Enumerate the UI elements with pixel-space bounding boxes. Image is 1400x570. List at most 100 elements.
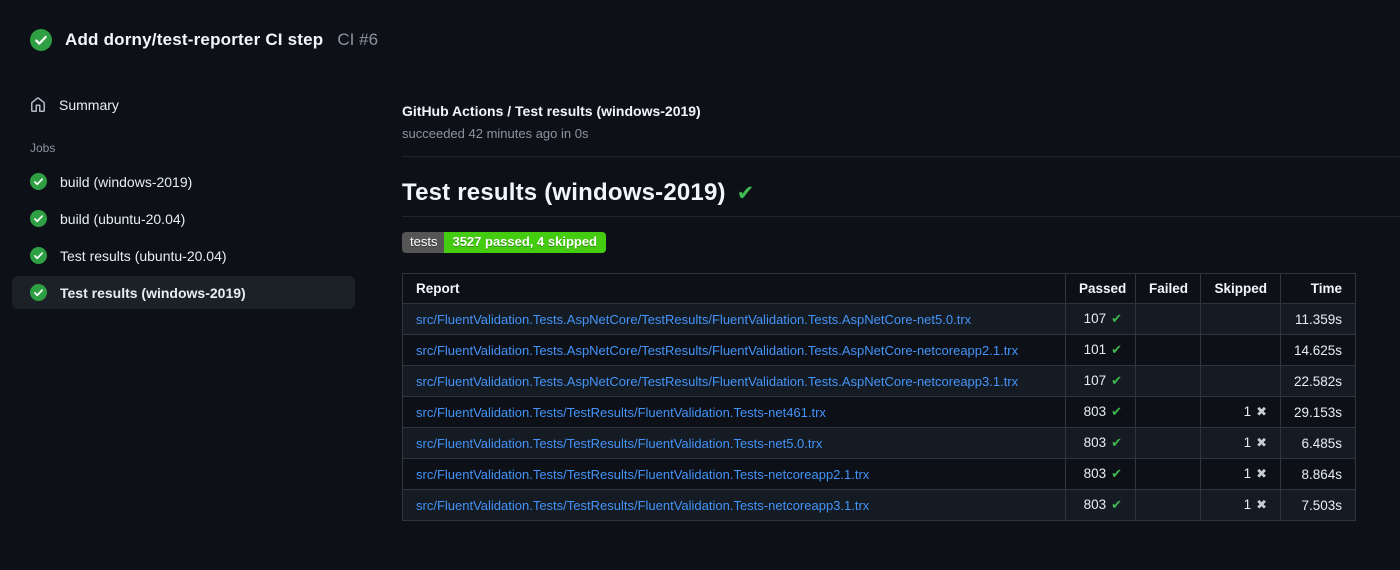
table-body: src/FluentValidation.Tests.AspNetCore/Te… xyxy=(402,303,1356,521)
passed-cell-value: 803 xyxy=(1083,435,1107,450)
run-title: Add dorny/test-reporter CI step xyxy=(65,30,324,49)
tests-badge-value: 3527 passed, 4 skipped xyxy=(444,232,606,253)
job-success-icon xyxy=(30,173,47,190)
passed-cell: 803 ✔ xyxy=(1065,396,1136,428)
pass-check-icon: ✔ xyxy=(1111,466,1122,481)
failed-cell xyxy=(1135,427,1201,459)
passed-cell: 803 ✔ xyxy=(1065,427,1136,459)
sidebar-job-item-3[interactable]: Test results (windows-2019) xyxy=(12,276,355,309)
skipped-cell xyxy=(1200,303,1281,335)
failed-cell xyxy=(1135,458,1201,490)
pass-check-icon: ✔ xyxy=(1111,373,1122,388)
passed-cell: 803 ✔ xyxy=(1065,489,1136,521)
report-link[interactable]: src/FluentValidation.Tests.AspNetCore/Te… xyxy=(416,374,1018,389)
report-link[interactable]: src/FluentValidation.Tests/TestResults/F… xyxy=(416,436,822,451)
skipped-cell xyxy=(1200,365,1281,397)
skipped-cell: 1 ✖ xyxy=(1200,427,1281,459)
report-link[interactable]: src/FluentValidation.Tests/TestResults/F… xyxy=(416,498,869,513)
job-success-icon xyxy=(30,284,47,301)
job-item-label: Test results (windows-2019) xyxy=(60,284,246,301)
job-item-label: build (ubuntu-20.04) xyxy=(60,210,186,227)
sidebar-job-item-2[interactable]: Test results (ubuntu-20.04) xyxy=(12,239,355,272)
job-success-icon xyxy=(30,247,47,264)
time-cell: 22.582s xyxy=(1280,365,1356,397)
report-link[interactable]: src/FluentValidation.Tests/TestResults/F… xyxy=(416,467,869,482)
failed-cell xyxy=(1135,489,1201,521)
check-run-title: GitHub Actions / Test results (windows-2… xyxy=(402,103,701,119)
passed-cell-value: 107 xyxy=(1083,373,1107,388)
report-cell: src/FluentValidation.Tests.AspNetCore/Te… xyxy=(402,303,1066,335)
skip-x-icon: ✖ xyxy=(1256,466,1267,481)
sidebar: Summary Jobs build (windows-2019) build (… xyxy=(0,91,402,313)
pass-check-icon: ✔ xyxy=(1111,497,1122,512)
passed-cell: 803 ✔ xyxy=(1065,458,1136,490)
report-heading-text: Test results (windows-2019) xyxy=(402,179,726,206)
job-success-icon xyxy=(30,210,47,227)
failed-cell xyxy=(1135,303,1201,335)
check-run-status: succeeded 42 minutes ago in 0s xyxy=(402,126,589,141)
jobs-section-label: Jobs xyxy=(30,141,56,155)
col-header-failed: Failed xyxy=(1135,273,1201,304)
time-cell: 29.153s xyxy=(1280,396,1356,428)
jobs-list: build (windows-2019) build (ubuntu-20.04)… xyxy=(12,165,402,309)
home-icon xyxy=(31,97,45,112)
table-header-row: Report Passed Failed Skipped Time xyxy=(402,273,1356,304)
page-layout: Summary Jobs build (windows-2019) build (… xyxy=(0,91,1400,521)
sidebar-job-item-1[interactable]: build (ubuntu-20.04) xyxy=(12,202,355,235)
skip-x-icon: ✖ xyxy=(1256,435,1267,450)
col-header-passed: Passed xyxy=(1065,273,1136,304)
skip-x-icon: ✖ xyxy=(1256,497,1267,512)
passed-cell-value: 107 xyxy=(1083,311,1107,326)
job-item-label: Test results (ubuntu-20.04) xyxy=(60,247,227,264)
report-link[interactable]: src/FluentValidation.Tests/TestResults/F… xyxy=(416,405,826,420)
table-row: src/FluentValidation.Tests/TestResults/F… xyxy=(402,396,1356,428)
time-cell: 7.503s xyxy=(1280,489,1356,521)
tests-badge-label: tests xyxy=(402,232,445,253)
col-header-time: Time xyxy=(1280,273,1356,304)
sidebar-summary-label: Summary xyxy=(59,97,119,113)
report-cell: src/FluentValidation.Tests.AspNetCore/Te… xyxy=(402,334,1066,366)
pass-check-icon: ✔ xyxy=(1111,342,1122,357)
pass-check-icon: ✔ xyxy=(1111,435,1122,450)
failed-cell xyxy=(1135,334,1201,366)
report-cell: src/FluentValidation.Tests.AspNetCore/Te… xyxy=(402,365,1066,397)
run-header: Add dorny/test-reporter CI step CI #6 xyxy=(0,0,1400,51)
passed-cell-value: 803 xyxy=(1083,404,1107,419)
report-cell: src/FluentValidation.Tests/TestResults/F… xyxy=(402,458,1066,490)
failed-cell xyxy=(1135,365,1201,397)
skipped-cell-value: 1 xyxy=(1243,466,1252,481)
pass-check-icon: ✔ xyxy=(1111,311,1122,326)
skipped-cell: 1 ✖ xyxy=(1200,489,1281,521)
pass-check-icon: ✔ xyxy=(1111,404,1122,419)
skip-x-icon: ✖ xyxy=(1256,404,1267,419)
heading-success-check-icon: ✔ xyxy=(736,181,755,205)
job-item-label: build (windows-2019) xyxy=(60,173,193,190)
success-check-circle-icon xyxy=(30,29,52,51)
passed-cell: 107 ✔ xyxy=(1065,365,1136,397)
table-row: src/FluentValidation.Tests/TestResults/F… xyxy=(402,458,1356,490)
report-link[interactable]: src/FluentValidation.Tests.AspNetCore/Te… xyxy=(416,343,1018,358)
report-cell: src/FluentValidation.Tests/TestResults/F… xyxy=(402,489,1066,521)
failed-cell xyxy=(1135,396,1201,428)
main-content: GitHub Actions / Test results (windows-2… xyxy=(402,91,1400,521)
table-row: src/FluentValidation.Tests.AspNetCore/Te… xyxy=(402,365,1356,397)
time-cell: 8.864s xyxy=(1280,458,1356,490)
report-cell: src/FluentValidation.Tests/TestResults/F… xyxy=(402,396,1066,428)
skipped-cell: 1 ✖ xyxy=(1200,458,1281,490)
passed-cell-value: 803 xyxy=(1083,466,1107,481)
skipped-cell-value: 1 xyxy=(1243,497,1252,512)
table-row: src/FluentValidation.Tests.AspNetCore/Te… xyxy=(402,334,1356,366)
report-link[interactable]: src/FluentValidation.Tests.AspNetCore/Te… xyxy=(416,312,971,327)
test-results-table: Report Passed Failed Skipped Time src/Fl… xyxy=(402,273,1356,521)
col-header-report: Report xyxy=(402,273,1066,304)
tests-badge: tests 3527 passed, 4 skipped xyxy=(402,232,606,253)
skipped-cell-value: 1 xyxy=(1243,404,1252,419)
passed-cell-value: 101 xyxy=(1083,342,1107,357)
time-cell: 11.359s xyxy=(1280,303,1356,335)
passed-cell-value: 803 xyxy=(1083,497,1107,512)
header-divider xyxy=(402,156,1400,157)
sidebar-item-summary[interactable]: Summary xyxy=(12,91,355,119)
report-heading: Test results (windows-2019) ✔ xyxy=(402,179,1400,217)
sidebar-job-item-0[interactable]: build (windows-2019) xyxy=(12,165,355,198)
col-header-skipped: Skipped xyxy=(1200,273,1281,304)
